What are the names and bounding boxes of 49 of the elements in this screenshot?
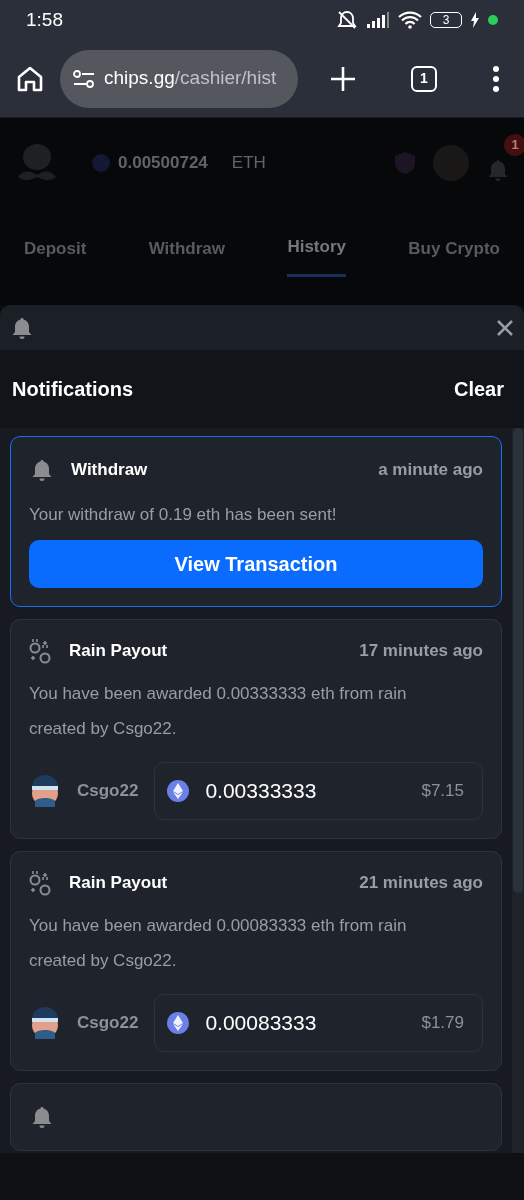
new-tab-icon[interactable]	[330, 65, 356, 92]
coins-icon	[29, 870, 53, 896]
tab-count-button[interactable]: 1	[411, 65, 437, 92]
muted-bell-icon	[336, 9, 358, 31]
ethereum-icon	[167, 1012, 190, 1034]
notification-count-badge: 1	[504, 133, 524, 156]
clear-button[interactable]: Clear	[453, 374, 512, 404]
notification-message: You have been awarded 0.00083333 eth from rain created by Csgo22.	[29, 915, 408, 972]
panel-title: Notifications	[12, 377, 134, 402]
cashier-tab[interactable]: History	[287, 224, 346, 277]
coins-icon	[29, 638, 53, 664]
bell-icon	[10, 315, 32, 340]
home-icon[interactable]	[16, 64, 44, 93]
charging-icon	[470, 12, 480, 28]
amount-text: 0.00333333	[205, 778, 317, 805]
status-dot-icon	[488, 15, 498, 25]
cashier-tab[interactable]: Buy Crypto	[408, 224, 500, 277]
notification-title: Rain Payout	[69, 640, 168, 663]
cashier-tab[interactable]: Withdraw	[148, 224, 226, 277]
currency-selector[interactable]: ETH	[231, 150, 266, 176]
clock-time: 1:58	[26, 7, 63, 32]
ethereum-icon	[167, 780, 190, 802]
ethereum-icon	[92, 154, 110, 172]
notification-time: 21 minutes ago	[359, 872, 483, 895]
avatar-icon	[29, 773, 61, 809]
notification-message: You have been awarded 0.00333333 eth from rain created by Csgo22.	[29, 683, 408, 740]
user-name: Csgo22	[77, 780, 139, 803]
close-icon[interactable]	[496, 318, 514, 337]
usd-value: $7.15	[421, 780, 464, 803]
tune-icon	[72, 68, 96, 89]
notification-title: Rain Payout	[69, 872, 168, 895]
menu-icon[interactable]	[492, 64, 500, 93]
url-text: chips.gg/cashier/hist	[104, 66, 277, 91]
balance-text: 0.00500724	[118, 152, 208, 175]
address-bar[interactable]: chips.gg/cashier/hist	[60, 49, 298, 108]
wifi-icon	[398, 11, 422, 29]
signal-icon	[366, 11, 390, 29]
notification-title: Withdraw	[71, 459, 148, 482]
usd-value: $1.79	[421, 1012, 464, 1035]
scrollbar-thumb[interactable]	[513, 428, 523, 893]
avatar-icon	[29, 1005, 61, 1041]
cashier-tab[interactable]: Deposit	[24, 224, 87, 277]
notification-time: 17 minutes ago	[359, 640, 483, 663]
view-transaction-button[interactable]: View Transaction	[29, 540, 483, 588]
battery-icon: 3	[430, 12, 462, 28]
notification-message: Your withdraw of 0.19 eth has been sent!	[29, 504, 338, 526]
amount-text: 0.00083333	[205, 1010, 317, 1037]
notification-time: a minute ago	[378, 459, 483, 482]
user-name: Csgo22	[77, 1012, 139, 1035]
